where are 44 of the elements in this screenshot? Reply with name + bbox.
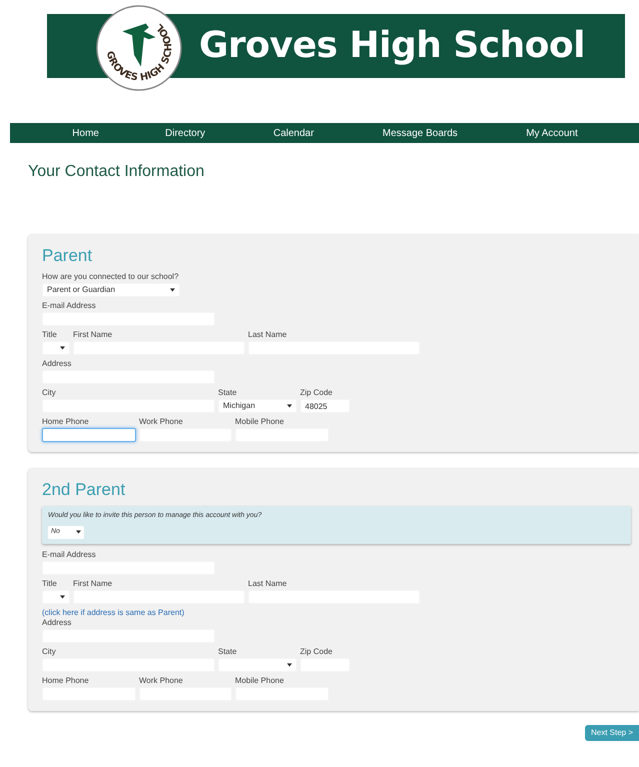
field-label: Zip Code — [300, 646, 334, 656]
field-label: Mobile Phone — [235, 676, 285, 686]
dropdown[interactable]: Parent or Guardian — [42, 283, 180, 297]
same-address-link[interactable]: (click here if address is same as Parent) — [42, 608, 639, 618]
field-label: Work Phone — [139, 417, 184, 427]
field-label: Last Name — [248, 578, 288, 588]
field-label: E-mail Address — [42, 550, 97, 560]
field-label: Title — [42, 578, 58, 588]
field-label: Address — [42, 618, 72, 628]
caret-icon — [60, 594, 65, 598]
section-heading: Parent — [42, 246, 94, 266]
field-label: Zip Code — [300, 388, 334, 398]
field-label: City — [42, 388, 57, 398]
field-label: Home Phone — [42, 676, 90, 686]
dropdown[interactable] — [42, 341, 70, 355]
caret-icon — [76, 530, 81, 534]
school-name: Groves High School — [199, 24, 585, 68]
field-label: Last Name — [248, 330, 288, 340]
field-label: Title — [42, 330, 58, 340]
nav-link[interactable]: Calendar — [212, 126, 376, 140]
field-label: City — [42, 646, 57, 656]
caret-icon — [287, 404, 292, 408]
field-label: How are you connected to our school? — [42, 272, 180, 282]
nav-link[interactable]: Message Boards — [375, 126, 465, 140]
field-label: Address — [42, 359, 72, 369]
field-label: Mobile Phone — [235, 417, 285, 427]
caret-icon — [60, 346, 65, 350]
field-label: State — [218, 388, 238, 398]
dropdown[interactable] — [42, 590, 70, 604]
dropdown[interactable] — [218, 658, 297, 672]
page-title: Your Contact Information — [28, 162, 206, 182]
caret-icon — [287, 662, 292, 666]
nav-link[interactable]: My Account — [464, 126, 639, 140]
field-label: State — [218, 646, 238, 656]
input-field[interactable]: 48025 — [300, 399, 350, 413]
caret-icon — [170, 288, 175, 292]
field-label: First Name — [73, 578, 114, 588]
field-label: Home Phone — [42, 417, 90, 427]
input-field[interactable] — [42, 428, 136, 442]
field-label: Work Phone — [139, 676, 184, 686]
field-label: E-mail Address — [42, 301, 97, 311]
dropdown[interactable]: Michigan — [218, 399, 297, 413]
section-heading: 2nd Parent — [42, 480, 126, 500]
field-label: First Name — [73, 330, 114, 340]
